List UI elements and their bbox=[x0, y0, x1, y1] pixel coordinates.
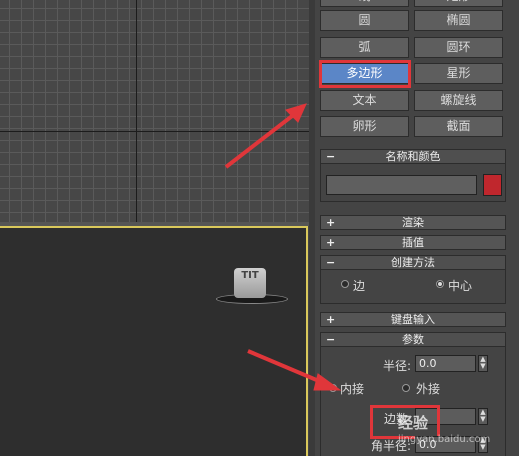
annotation-arrows bbox=[224, 103, 342, 391]
watermark-logo: 经验 bbox=[398, 414, 429, 432]
watermark-url: jingyan.baidu.com bbox=[398, 434, 491, 445]
arrow-to-inscribed bbox=[247, 349, 327, 386]
arrow-to-ngon bbox=[224, 111, 298, 169]
arrow-head-inscribed bbox=[313, 373, 342, 391]
